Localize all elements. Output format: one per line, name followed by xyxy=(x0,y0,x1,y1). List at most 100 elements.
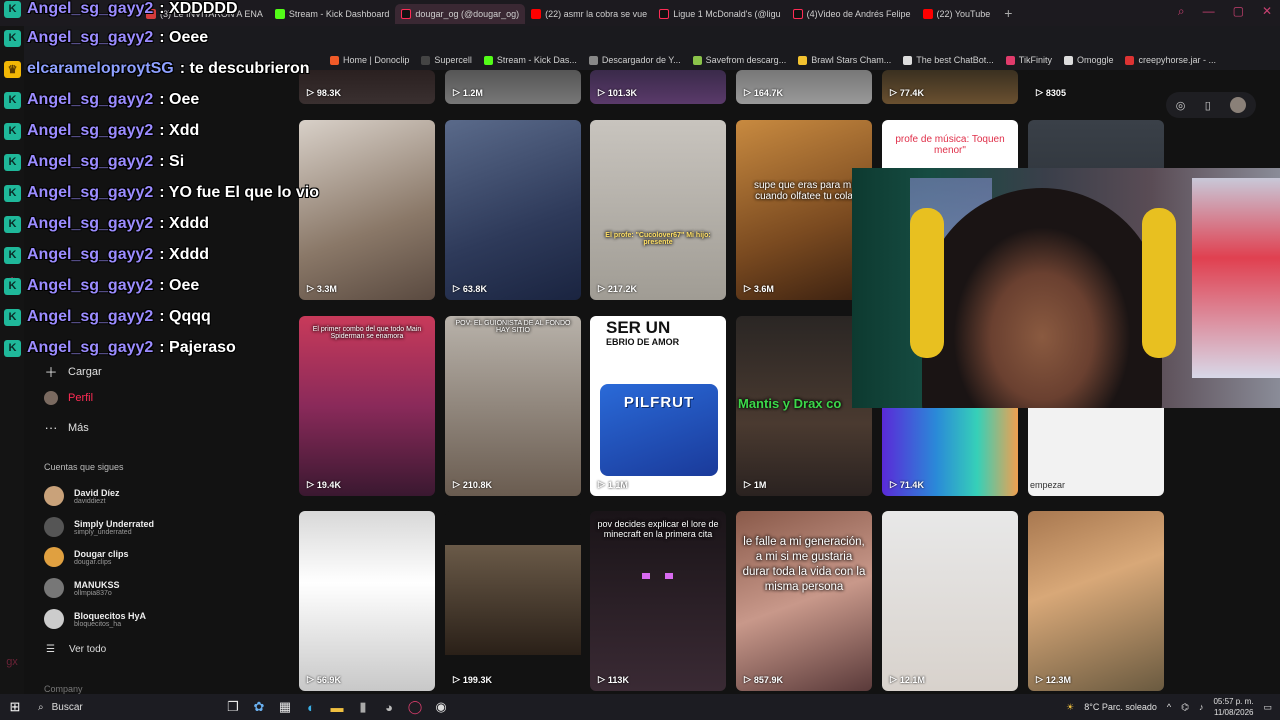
player-icon[interactable]: ♪ xyxy=(6,216,18,228)
following-account[interactable]: MANUKSS ollmpia837o xyxy=(44,578,120,598)
video-tile[interactable]: ▷ 12.1M xyxy=(882,511,1018,691)
video-tile[interactable]: El profe: "Cucolover67" Mi hijo: present… xyxy=(590,120,726,300)
video-tile[interactable]: ▷ 164.7K xyxy=(736,70,872,104)
video-tile[interactable]: ▷ 199.3K xyxy=(445,511,581,691)
view-count-label: 3.6M xyxy=(753,283,774,294)
upload-button[interactable]: ＋ Cargar xyxy=(44,362,101,381)
maximize-icon[interactable]: ▢ xyxy=(1233,4,1244,19)
browser-tab[interactable]: (22) YouTube xyxy=(917,4,997,24)
folder-icon[interactable]: ▬ xyxy=(324,700,350,715)
video-tile[interactable]: El primer combo del que todo Main Spider… xyxy=(299,316,435,496)
store-icon[interactable]: ▦ xyxy=(272,699,298,715)
more-button[interactable]: ··· Más xyxy=(44,420,89,435)
tab-label: (4)Video de Andrés Felipe xyxy=(806,9,911,19)
video-tile[interactable]: le falle a mi generación, a mi si me gus… xyxy=(736,511,872,691)
bookmark-favicon-icon xyxy=(903,55,913,65)
bookmark-item[interactable]: Supercell xyxy=(421,55,472,65)
bookmark-item[interactable]: The best ChatBot... xyxy=(903,55,994,65)
compass-icon[interactable]: ◎ xyxy=(1176,99,1186,112)
network-icon[interactable]: ⌬ xyxy=(1181,702,1189,713)
whatsapp-icon[interactable]: ◍ xyxy=(6,126,18,138)
taskbar-search[interactable]: ⌕ Buscar xyxy=(30,702,220,713)
video-tile[interactable]: ▷ 3.3M xyxy=(299,120,435,300)
opera-gx-icon[interactable]: ◯ xyxy=(402,699,428,715)
video-tile[interactable]: ▷ 8305 xyxy=(1028,70,1164,104)
video-tile[interactable]: ▷ 1.2M xyxy=(445,70,581,104)
bookmark-item[interactable]: Stream - Kick Das... xyxy=(483,55,577,65)
view-count: ▷ 1M xyxy=(744,479,767,490)
video-tile[interactable]: ▷ 77.4K xyxy=(882,70,1018,104)
browser-tab[interactable]: (22) asmr la cobra se vue xyxy=(525,4,653,24)
bookmark-favicon-icon xyxy=(692,55,702,65)
video-tile[interactable]: pov decides explicar el lore de minecraf… xyxy=(590,511,726,691)
eye-icon xyxy=(664,573,673,579)
system-tray: ☀ 8°C Parc. soleado ^ ⌬ ♪ 05:57 p. m. 11/… xyxy=(1066,694,1272,720)
tab-label: (22) asmr la cobra se vue xyxy=(545,9,648,19)
account-handle: dougar.clips xyxy=(74,558,112,566)
twitch-icon[interactable]: ▤ xyxy=(6,186,18,198)
list-icon: ☰ xyxy=(46,644,55,655)
minimize-icon[interactable]: — xyxy=(1203,4,1215,19)
tiktok-sidebar: ＋ Cargar Perfil ··· Más Cuentas que sigues… xyxy=(24,70,284,694)
windows-start-icon[interactable]: ⊞ xyxy=(0,699,30,715)
eye-icon xyxy=(641,573,650,579)
see-all-link[interactable]: ☰ Ver todo xyxy=(46,644,106,655)
bookmark-label: Descargador de Y... xyxy=(601,55,681,65)
bookmark-item[interactable]: Savefrom descarg... xyxy=(692,55,786,65)
avatar xyxy=(44,391,58,405)
browser-tab[interactable]: Ligue 1 McDonald's (@ligu xyxy=(653,4,786,24)
following-account[interactable]: Bloquecitos HyA bloquecitos_ha xyxy=(44,609,146,629)
bookmark-item[interactable]: TikFinity xyxy=(1005,55,1052,65)
close-icon[interactable]: ✕ xyxy=(1262,4,1272,19)
task-view-icon[interactable]: ❐ xyxy=(220,699,246,715)
browser-tab[interactable]: (4)Video de Andrés Felipe xyxy=(787,4,917,24)
view-count: ▷ 857.9K xyxy=(744,674,783,685)
edge-icon[interactable]: ◐ xyxy=(298,700,324,715)
copilot-icon[interactable]: ✿ xyxy=(246,699,272,715)
following-account[interactable]: David Díez daviddiezt xyxy=(44,486,120,506)
video-tile[interactable]: ▷ 63.8K xyxy=(445,120,581,300)
chevron-up-icon[interactable]: ^ xyxy=(1167,702,1171,712)
video-tile[interactable]: ▷ 98.3K xyxy=(299,70,435,104)
discord-icon[interactable]: ◕ xyxy=(376,700,402,715)
browser-tab-active[interactable]: dougar_og (@dougar_og) xyxy=(395,4,526,24)
browser-tab[interactable]: (3) Le INVITARON A ENA xyxy=(140,4,269,24)
bookmark-item[interactable]: Descargador de Y... xyxy=(588,55,681,65)
bookmarks-bar: Home | Donoclip Supercell Stream - Kick … xyxy=(0,50,1280,70)
browser-tab[interactable]: Stream - Kick Dashboard xyxy=(269,4,396,24)
gx-control-icon[interactable]: ◉ xyxy=(6,96,18,108)
telegram-icon[interactable]: ✈ xyxy=(6,156,18,168)
phone-icon[interactable]: ▯ xyxy=(1205,99,1211,112)
clock[interactable]: 05:57 p. m. 11/08/2026 xyxy=(1213,696,1253,718)
obs-icon[interactable]: ◉ xyxy=(428,699,454,715)
address-bar: ⚑ ▣ ⛨ ✦ ▷ ♡ ⚙ ⤓ ≡ xyxy=(0,26,1280,69)
video-tile[interactable]: ▷ 12.3M xyxy=(1028,511,1164,691)
notifications-icon[interactable]: ▭ xyxy=(1263,702,1272,713)
enderman-eyes xyxy=(634,573,680,587)
company-link[interactable]: Company xyxy=(44,684,83,694)
weather-label[interactable]: 8°C Parc. soleado xyxy=(1084,702,1157,712)
bookmark-item[interactable]: Brawl Stars Cham... xyxy=(798,55,891,65)
search-tabs-icon[interactable]: ⌕ xyxy=(1178,4,1185,19)
following-account[interactable]: Simply Underrated simply_underrated xyxy=(44,517,154,537)
bookmark-item[interactable]: Home | Donoclip xyxy=(330,55,409,65)
avatar[interactable] xyxy=(1230,97,1247,113)
bookmark-item[interactable]: Omoggle xyxy=(1063,55,1113,65)
profile-button[interactable]: Perfil xyxy=(44,391,93,405)
video-tile[interactable]: ▷ 56.9K xyxy=(299,511,435,691)
video-tile[interactable]: POV: EL GUIONISTA DE AL FONDO HAY SITIO … xyxy=(445,316,581,496)
video-tile[interactable]: ▷ 101.3K xyxy=(590,70,726,104)
bookmark-favicon-icon xyxy=(421,55,431,65)
view-count-label: 77.4K xyxy=(899,87,924,98)
settings-icon[interactable]: ⚙ xyxy=(6,276,18,288)
view-count: ▷ 19.4K xyxy=(307,479,341,490)
view-count: ▷ 217.2K xyxy=(598,283,637,294)
following-account[interactable]: Dougar clips dougar.clips xyxy=(44,547,129,567)
video-tile[interactable]: SER UN EBRIO DE AMOR PILFRUT ▷ 1.1M xyxy=(590,316,726,496)
history-icon[interactable]: ◷ xyxy=(6,246,18,258)
view-count: ▷ 8305 xyxy=(1036,87,1066,98)
app-icon[interactable]: ▮ xyxy=(350,699,376,715)
new-tab-icon[interactable]: + xyxy=(1004,5,1012,21)
bookmark-item[interactable]: creepyhorse.jar - ... xyxy=(1125,55,1216,65)
volume-icon[interactable]: ♪ xyxy=(1199,702,1204,712)
